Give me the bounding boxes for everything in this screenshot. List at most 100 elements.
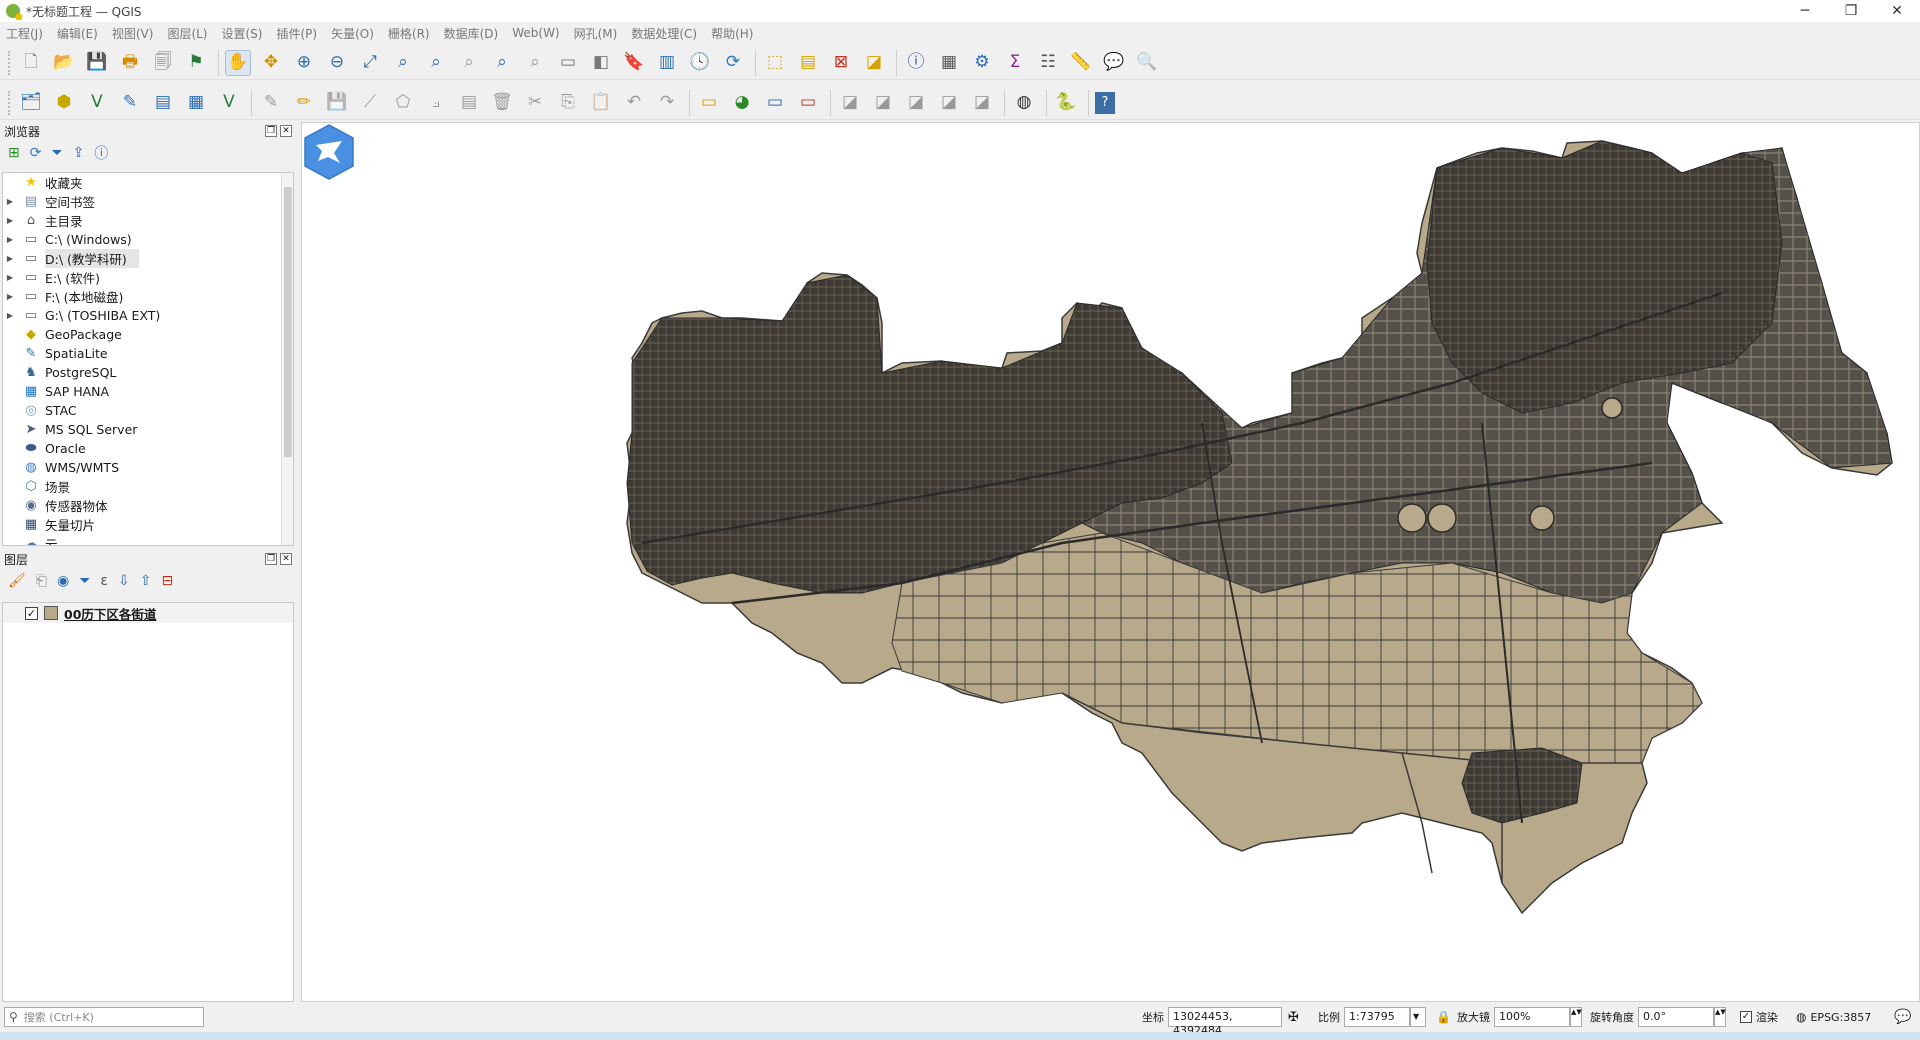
manage-visibility-icon[interactable]: ◉ [57,573,69,589]
add-vector-layer-icon[interactable]: V [216,90,242,116]
expand-arrow-icon[interactable]: ▶ [3,197,17,206]
show-hide-label-icon[interactable]: ◪ [870,90,896,116]
refresh-icon[interactable]: ⟳ [720,50,746,76]
zoom-native-icon[interactable]: ⌕ [456,50,482,76]
expand-arrow-icon[interactable]: ▶ [3,235,17,244]
menu-edit[interactable]: 编辑(E) [57,25,98,42]
browser-item[interactable]: ▶ ▭ F:\ (本地磁盘) [3,287,293,306]
cut-features-icon[interactable]: ✂ [522,90,548,116]
browser-item[interactable]: ➤ MS SQL Server [3,420,293,439]
menu-view[interactable]: 视图(V) [112,25,154,42]
filter-icon[interactable]: ⏷ [51,145,62,161]
modify-attributes-icon[interactable]: ▤ [456,90,482,116]
layer-diagram-icon[interactable]: ◕ [729,90,755,116]
style-manager-icon[interactable]: ⚑ [183,50,209,76]
locator-icon[interactable]: 🔍 [1134,50,1160,76]
undo-icon[interactable]: ↶ [621,90,647,116]
paste-features-icon[interactable]: 📋 [588,90,614,116]
add-raster-layer-icon[interactable]: ▦ [183,90,209,116]
map-canvas[interactable] [301,122,1920,1002]
browser-item[interactable]: ◆ GeoPackage [3,325,293,344]
browser-item[interactable]: ◍ WMS/WMTS [3,458,293,477]
menu-web[interactable]: Web(W) [512,26,559,40]
messages-icon[interactable]: 💬 [1894,1009,1911,1025]
browser-scrollbar[interactable] [281,173,293,545]
dock-float-button[interactable]: ❐ [265,125,277,137]
new-spatial-bookmark-icon[interactable]: 🔖 [621,50,647,76]
select-by-location-icon[interactable]: ◪ [861,50,887,76]
browser-item[interactable]: ▦ 矢量切片 [3,515,293,534]
zoom-in-icon[interactable]: ⊕ [291,50,317,76]
new-geopackage-layer-icon[interactable]: ⬢ [51,90,77,116]
browser-item[interactable]: ◎ STAC [3,401,293,420]
processing-toolbox-icon[interactable]: ⚙ [969,50,995,76]
move-label-icon[interactable]: ◪ [903,90,929,116]
collapse-all-icon[interactable]: ⇪ [73,145,85,161]
browser-item[interactable]: ▶ ▭ D:\ (教学科研) [3,249,293,268]
remove-layer-icon[interactable]: ⊟ [161,573,173,589]
pan-to-selection-icon[interactable]: ✥ [258,50,284,76]
minimize-button[interactable]: ─ [1782,0,1828,22]
toggle-label-display-icon[interactable]: ▭ [795,90,821,116]
rotation-input[interactable]: 0.0° [1638,1007,1714,1027]
crs-field[interactable]: ◍ EPSG:3857 [1796,1007,1871,1027]
browser-item[interactable]: ▶ ▭ C:\ (Windows) [3,230,293,249]
rotate-label-icon[interactable]: ◪ [936,90,962,116]
crs-label[interactable]: EPSG:3857 [1810,1011,1871,1024]
magnifier-input[interactable]: 100% [1493,1007,1570,1027]
new-project-icon[interactable]: 🗋 [18,50,44,76]
style-layer-icon[interactable]: 🖌 [8,573,26,589]
dock-close-button[interactable]: ✕ [280,553,292,565]
browser-item[interactable]: ⬬ Oracle [3,439,293,458]
temporal-controller-icon[interactable]: 🕓 [687,50,713,76]
menu-settings[interactable]: 设置(S) [222,25,263,42]
new-virtual-layer-icon[interactable]: ▤ [150,90,176,116]
expand-arrow-icon[interactable]: ▶ [3,254,17,263]
dock-float-button[interactable]: ❐ [265,553,277,565]
zoom-full-icon[interactable]: ⤢ [357,50,383,76]
delete-selected-icon[interactable]: 🗑 [489,90,515,116]
browser-item[interactable]: ✎ SpatiaLite [3,344,293,363]
menu-database[interactable]: 数据库(D) [444,25,499,42]
zoom-to-selection-icon[interactable]: ⌕ [390,50,416,76]
add-polygon-icon[interactable]: ⬠ [390,90,416,116]
redo-icon[interactable]: ↷ [654,90,680,116]
current-edits-icon[interactable]: ✎ [258,90,284,116]
filter-legend-icon[interactable]: ⏷ [79,573,90,589]
render-checkbox[interactable]: ✓ [1740,1011,1752,1023]
change-label-icon[interactable]: ◪ [969,90,995,116]
expand-arrow-icon[interactable]: ▶ [3,311,17,320]
select-features-icon[interactable]: ⬚ [762,50,788,76]
dock-close-button[interactable]: ✕ [280,125,292,137]
copy-features-icon[interactable]: ⎘ [555,90,581,116]
toggle-editing-icon[interactable]: ✏ [291,90,317,116]
toggle-extents-icon[interactable]: ✠ [1288,1010,1299,1025]
digitize-icon[interactable]: ⟋ [357,90,383,116]
open-project-icon[interactable]: 📂 [51,50,77,76]
filter-by-expression-icon[interactable]: ε [100,573,108,589]
layer-item[interactable]: ✓ 00历下区各街道 [3,603,293,623]
highlight-pinned-labels-icon[interactable]: ▭ [762,90,788,116]
browser-item[interactable]: ♞ PostgreSQL [3,363,293,382]
expand-arrow-icon[interactable]: ▶ [3,216,17,225]
measure-line-icon[interactable]: 📏 [1068,50,1094,76]
select-by-value-icon[interactable]: ▤ [795,50,821,76]
browser-item[interactable]: ⬡ 场景 [3,477,293,496]
menu-vector[interactable]: 矢量(O) [331,25,374,42]
coordinate-input[interactable]: 13024453, 4392484 [1168,1007,1282,1037]
menu-layer[interactable]: 图层(L) [167,25,207,42]
new-print-layout-icon[interactable]: 🖶 [117,50,143,76]
layout-manager-icon[interactable]: 🗐 [150,50,176,76]
browser-item[interactable]: ▶ ▭ G:\ (TOSHIBA EXT) [3,306,293,325]
properties-icon[interactable]: ⓘ [94,143,108,163]
magnifier-spinner-icon[interactable]: ▲▼ [1569,1007,1582,1027]
zoom-to-layer-icon[interactable]: ⌕ [423,50,449,76]
map-tips-icon[interactable]: 💬 [1101,50,1127,76]
menu-help[interactable]: 帮助(H) [711,25,753,42]
browser-item[interactable]: ◉ 传感器物体 [3,496,293,515]
label-toolbar-icon[interactable]: ▭ [696,90,722,116]
statistical-summary-icon[interactable]: Σ [1002,50,1028,76]
browser-tree[interactable]: ★ 收藏夹 ▶ ▤ 空间书签 ▶ ⌂ 主目录 ▶ ▭ C:\ (Windows) ▶ ▭ D:\ (教学科… [2,172,294,546]
browser-item[interactable]: ▶ ▤ 空间书签 [3,192,293,211]
browser-item[interactable]: ▶ ⌂ 主目录 [3,211,293,230]
